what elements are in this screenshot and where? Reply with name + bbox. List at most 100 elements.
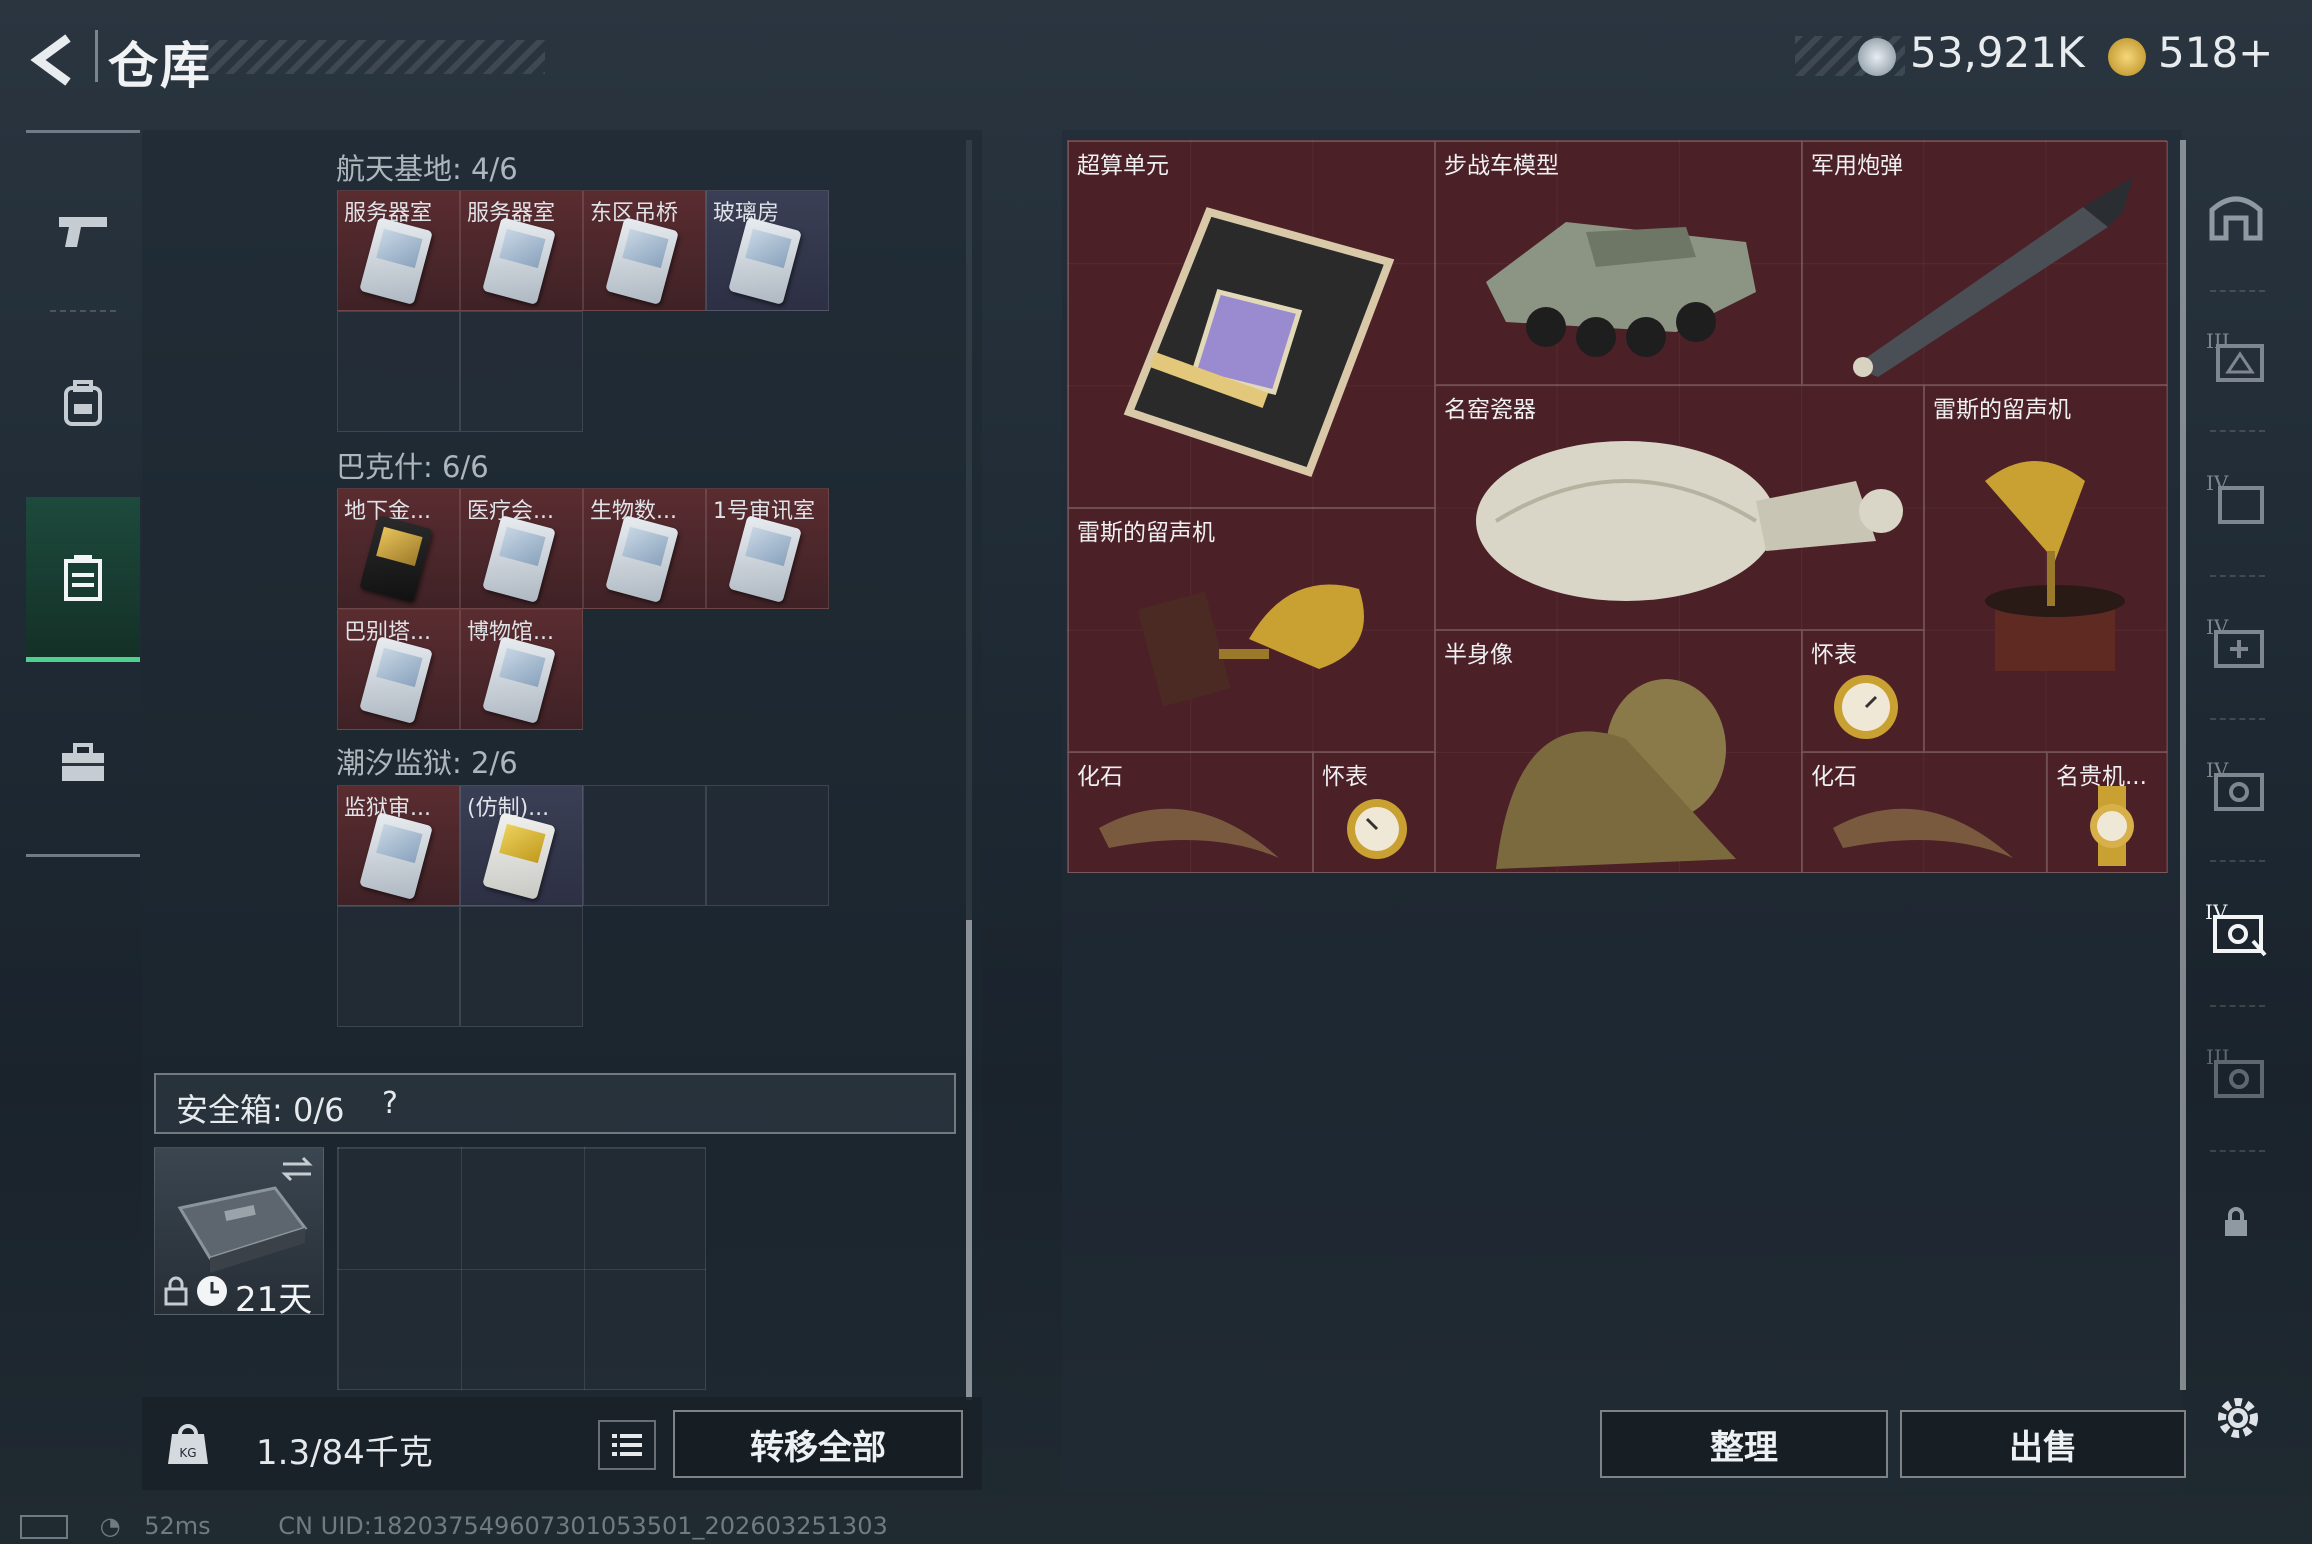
title-stripe xyxy=(200,40,545,74)
storage-item[interactable]: 名窑瓷器 xyxy=(1435,385,1924,630)
keycard-icon xyxy=(482,217,556,305)
tab-expansion-1[interactable]: III xyxy=(2200,316,2272,396)
keycard-slot[interactable]: 1号审讯室 xyxy=(706,488,829,609)
gear-icon xyxy=(2218,1398,2258,1438)
settings-button[interactable] xyxy=(2210,1390,2266,1446)
empty-slot[interactable] xyxy=(337,311,460,432)
tab-expansion-3[interactable]: IV xyxy=(2200,602,2272,682)
safe-box-label: 安全箱: 0/6 xyxy=(176,1085,344,1131)
storage-item[interactable]: 雷斯的留声机 xyxy=(1068,508,1435,752)
keycard-slot[interactable]: 地下金... xyxy=(337,488,460,609)
computing-unit-icon xyxy=(1123,207,1395,478)
battery-icon xyxy=(20,1515,68,1539)
container-tier3b-icon: III xyxy=(2206,1045,2264,1098)
ping-value: 52ms xyxy=(144,1512,211,1540)
storage-item[interactable]: 雷斯的留声机 xyxy=(1924,385,2168,752)
keycard-icon xyxy=(482,636,556,724)
tab-separator xyxy=(2210,575,2265,577)
status-bar: ◔ 52ms CN UID:182037549607301053501_2026… xyxy=(20,1512,888,1540)
keycard-slot[interactable]: 玻璃房 xyxy=(706,190,829,311)
keycard-slot[interactable]: 博物馆... xyxy=(460,609,583,730)
pistol-icon xyxy=(59,216,107,247)
safe-box-item[interactable]: 21天 xyxy=(154,1147,324,1320)
storage-item[interactable]: 化石 xyxy=(1068,752,1313,873)
storage-item[interactable]: 半身像 xyxy=(1435,630,1802,873)
tab-expansion-6[interactable]: III xyxy=(2200,1032,2272,1112)
transfer-all-button[interactable]: 转移全部 xyxy=(673,1410,963,1478)
lock-icon xyxy=(2225,1207,2247,1236)
tab-storage-all[interactable] xyxy=(2200,176,2272,256)
swap-icon[interactable] xyxy=(279,1154,315,1184)
keycard-slot[interactable]: 医疗会... xyxy=(460,488,583,609)
storage-icon xyxy=(64,555,102,601)
list-view-button[interactable] xyxy=(598,1420,656,1470)
back-button[interactable] xyxy=(24,30,84,90)
safe-box-count: 0/6 xyxy=(292,1091,345,1129)
svg-text:IV: IV xyxy=(2206,471,2229,495)
right-scrollbar[interactable] xyxy=(2180,140,2186,1390)
silver-coin-icon xyxy=(1858,38,1896,76)
tab-expansion-4[interactable]: IV xyxy=(2200,745,2272,825)
back-arrow-icon xyxy=(30,34,71,86)
organize-button[interactable]: 整理 xyxy=(1600,1410,1888,1478)
storage-item[interactable]: 超算单元 xyxy=(1068,141,1435,508)
pocket-watch-icon xyxy=(1834,675,1898,739)
tab-separator xyxy=(2210,718,2265,720)
keycard-slot[interactable]: 监狱审... xyxy=(337,785,460,906)
tab-expansion-2[interactable]: IV xyxy=(2200,458,2272,538)
keycard-slot[interactable]: 东区吊桥 xyxy=(583,190,706,311)
fossil-claw-icon xyxy=(1833,808,2013,858)
tab-locked[interactable] xyxy=(2200,1182,2272,1262)
luxury-watch-icon xyxy=(2090,786,2134,866)
list-icon xyxy=(612,1434,642,1456)
backpack-icon xyxy=(64,379,102,426)
keycard-icon xyxy=(482,812,556,900)
safe-box-title: 安全箱: xyxy=(176,1091,283,1129)
empty-slot[interactable] xyxy=(460,906,583,1027)
empty-slot[interactable] xyxy=(583,785,706,906)
section-label-tidal-prison: 潮汐监狱: 2/6 xyxy=(336,746,518,780)
weight-icon: KG xyxy=(168,1424,208,1464)
artillery-shell-icon xyxy=(1853,177,2133,377)
user-uid: CN UID:182037549607301053501_20260325130… xyxy=(278,1512,888,1540)
page-title: 仓库 xyxy=(108,37,212,95)
nav-briefcase[interactable] xyxy=(26,680,140,845)
storage-item[interactable]: 怀表 xyxy=(1313,752,1435,873)
keycard-slot[interactable]: 服务器室 xyxy=(337,190,460,311)
storage-item[interactable]: 怀表 xyxy=(1802,630,1924,752)
item-name: 化石 xyxy=(1077,764,1123,790)
empty-slot[interactable] xyxy=(706,785,829,906)
empty-slot[interactable] xyxy=(337,906,460,1027)
nav-storage[interactable] xyxy=(26,497,140,662)
safe-box-grid[interactable] xyxy=(337,1147,706,1390)
keycard-slot[interactable]: 服务器室 xyxy=(460,190,583,311)
storage-item[interactable]: 化石 xyxy=(1802,752,2047,873)
keycard-icon xyxy=(359,812,433,900)
currency-gold-value[interactable]: 518+ xyxy=(2158,28,2273,77)
storage-item[interactable]: 名贵机... xyxy=(2047,752,2168,873)
help-icon[interactable]: ? xyxy=(382,1086,416,1122)
tab-separator xyxy=(2210,430,2265,432)
nav-backpack[interactable] xyxy=(26,320,140,485)
keycard-slot[interactable]: 生物数... xyxy=(583,488,706,609)
safe-case-icon xyxy=(177,1186,308,1273)
tab-expansion-5-active[interactable]: IV xyxy=(2200,888,2272,968)
sell-button[interactable]: 出售 xyxy=(1900,1410,2186,1478)
empty-slot[interactable] xyxy=(460,311,583,432)
keycard-slot[interactable]: (仿制)... xyxy=(460,785,583,906)
svg-text:KG: KG xyxy=(179,1446,196,1460)
item-name: 名窑瓷器 xyxy=(1444,397,1536,423)
keycard-slot[interactable]: 巴别塔... xyxy=(337,609,460,730)
safe-box-tab-icon: IV xyxy=(2205,900,2267,957)
storage-item[interactable]: 军用炮弹 xyxy=(1802,141,2168,385)
storage-item[interactable]: 步战车模型 xyxy=(1435,141,1802,385)
wifi-icon: ◔ xyxy=(99,1512,121,1540)
left-scroll-thumb[interactable] xyxy=(966,920,972,1400)
title-divider xyxy=(95,30,98,82)
item-name: 化石 xyxy=(1811,764,1857,790)
currency-silver-value: 53,921K xyxy=(1910,28,2085,77)
weight-value: 1.3/84千克 xyxy=(256,1433,433,1473)
porcelain-vase-icon xyxy=(1476,441,1903,601)
keycard-icon xyxy=(359,515,433,603)
nav-weapon[interactable] xyxy=(26,150,140,315)
